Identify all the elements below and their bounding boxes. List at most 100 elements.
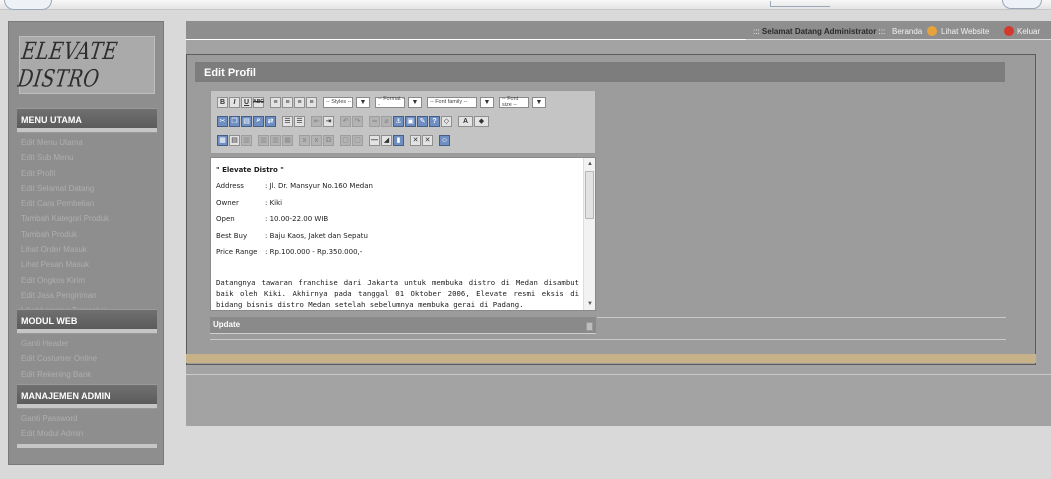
link-icon[interactable]: ∞: [369, 115, 380, 127]
sidebar-item-lihat-pesan-masuk[interactable]: Lihat Pesan Masuk: [17, 257, 157, 272]
unlink-icon[interactable]: ⌀: [381, 115, 392, 127]
profile-field-price-range: Price Range: Rp.100.000 - Rp.350.000,-: [216, 244, 579, 260]
superscript-icon[interactable]: x: [311, 134, 322, 146]
scroll-down-icon[interactable]: ▼: [584, 298, 595, 310]
cut-icon[interactable]: ✂: [217, 115, 228, 127]
modul-web-section: MODUL WEB Ganti Header Edit Costumer Onl…: [17, 309, 157, 388]
horizontal-rule-icon[interactable]: —: [369, 134, 380, 146]
strikethrough-button[interactable]: ABC: [253, 96, 264, 108]
page-title-bar: Edit Profil: [195, 62, 1005, 82]
text-color-icon[interactable]: A: [458, 115, 473, 127]
logout-icon[interactable]: [1004, 26, 1014, 36]
styles-select[interactable]: -- Styles --: [323, 96, 353, 108]
image-icon[interactable]: ▣: [405, 115, 416, 127]
unordered-list-icon[interactable]: ☰: [282, 115, 293, 127]
remove-format-icon[interactable]: ◢: [381, 134, 392, 146]
font-family-select[interactable]: -- Font family --: [427, 96, 477, 108]
special-char-icon[interactable]: Ω: [323, 134, 334, 146]
underline-button[interactable]: U: [241, 96, 252, 108]
undo-icon[interactable]: ↶: [340, 115, 351, 127]
scroll-up-icon[interactable]: ▲: [584, 158, 595, 170]
sidebar-item-edit-sub-menu[interactable]: Edit Sub Menu: [17, 150, 157, 165]
modul-web-header: MODUL WEB: [17, 309, 157, 329]
italic-button[interactable]: I: [229, 96, 240, 108]
background-color-icon[interactable]: ◆: [474, 115, 489, 127]
subscript-icon[interactable]: x: [299, 134, 310, 146]
globe-icon[interactable]: [927, 26, 937, 36]
chevron-down-icon[interactable]: ▼: [408, 96, 422, 108]
anchor-icon[interactable]: ⚓: [393, 115, 404, 127]
visual-aid-icon[interactable]: ▢: [340, 134, 351, 146]
view-website-link[interactable]: Lihat Website: [941, 27, 989, 36]
editor-scrollbar[interactable]: ▲ ▼: [583, 158, 595, 310]
outdent-icon[interactable]: ⇤: [311, 115, 322, 127]
font-size-select[interactable]: -- Font size --: [499, 96, 529, 108]
site-logo: ELEVATE DISTRO: [16, 36, 155, 94]
browser-chrome-strip: [0, 0, 1051, 10]
sidebar-item-ganti-header[interactable]: Ganti Header: [17, 336, 157, 351]
sidebar-item-edit-cara-pembelian[interactable]: Edit Cara Pembelian: [17, 196, 157, 211]
browser-window-button[interactable]: [1002, 0, 1042, 9]
sidebar-item-edit-menu-utama[interactable]: Edit Menu Utama: [17, 135, 157, 150]
cleanup-icon[interactable]: ✎: [417, 115, 428, 127]
chart-icon[interactable]: ▮: [393, 134, 404, 146]
align-justify-icon[interactable]: ≡: [306, 96, 317, 108]
align-left-icon[interactable]: ≡: [270, 96, 281, 108]
help-icon[interactable]: ?: [429, 115, 440, 127]
home-link[interactable]: Beranda: [892, 27, 922, 36]
format-select[interactable]: -- Format --: [375, 96, 405, 108]
copy-icon[interactable]: ❐: [229, 115, 240, 127]
indent-icon[interactable]: ⇥: [323, 115, 334, 127]
logout-link[interactable]: Keluar: [1017, 27, 1040, 36]
sidebar-item-edit-profil[interactable]: Edit Profil: [17, 166, 157, 181]
profile-field-best-buy: Best Buy: Baju Kaos, Jaket dan Sepatu: [216, 228, 579, 244]
align-right-icon[interactable]: ≡: [294, 96, 305, 108]
sidebar-item-edit-ongkos-kirim[interactable]: Edit Ongkos Kirim: [17, 273, 157, 288]
sidebar-item-edit-jasa-pengiriman[interactable]: Edit Jasa Pengiriman: [17, 288, 157, 303]
resize-handle-icon[interactable]: [586, 322, 593, 331]
superscript-x-icon[interactable]: ✕: [422, 134, 433, 146]
field-label: Open: [216, 215, 235, 224]
charmap-icon[interactable]: ▢: [352, 134, 363, 146]
merge-cells-icon[interactable]: ▦: [282, 134, 293, 146]
sidebar-item-edit-modul-admin[interactable]: Edit Modul Admin: [17, 426, 157, 441]
footer-bar: [186, 354, 1036, 363]
insert-column-icon[interactable]: ▥: [258, 134, 269, 146]
editor-content-area[interactable]: " Elevate Distro " Address: Jl. Dr. Mans…: [210, 157, 596, 311]
subscript-x-icon[interactable]: ✕: [410, 134, 421, 146]
menu-utama-header: MENU UTAMA: [17, 108, 157, 128]
bold-button[interactable]: B: [217, 96, 228, 108]
html-source-icon[interactable]: ◇: [441, 115, 452, 127]
editor-status-bar: Update: [210, 317, 596, 334]
replace-icon[interactable]: ⇄: [265, 115, 276, 127]
field-value: : Rp.100.000 - Rp.350.000,-: [265, 247, 363, 256]
sidebar-item-edit-rekening-bank[interactable]: Edit Rekening Bank: [17, 367, 157, 382]
sidebar-item-tambah-kategori-produk[interactable]: Tambah Kategori Produk: [17, 211, 157, 226]
redo-icon[interactable]: ↷: [352, 115, 363, 127]
profile-field-address: Address: Jl. Dr. Mansyur No.160 Medan: [216, 178, 579, 194]
update-button[interactable]: Update: [213, 320, 240, 329]
welcome-message: ::: Selamat Datang Administrator :::: [753, 27, 885, 36]
browser-back-button[interactable]: [4, 0, 52, 10]
chevron-down-icon[interactable]: ▼: [356, 96, 370, 108]
sidebar-item-tambah-produk[interactable]: Tambah Produk: [17, 227, 157, 242]
find-icon[interactable]: ⌕: [253, 115, 264, 127]
chevron-down-icon[interactable]: ▼: [480, 96, 494, 108]
welcome-text: Selamat Datang Administrator: [761, 27, 877, 36]
align-center-icon[interactable]: ≡: [282, 96, 293, 108]
scrollbar-thumb[interactable]: [585, 171, 594, 219]
sidebar-item-edit-selamat-datang[interactable]: Edit Selamat Datang: [17, 181, 157, 196]
emoticon-icon[interactable]: ☺: [439, 134, 450, 146]
edit-table-icon[interactable]: ▦: [217, 134, 228, 146]
sidebar-item-ganti-password[interactable]: Ganti Password: [17, 411, 157, 426]
delete-column-icon[interactable]: ▥: [270, 134, 281, 146]
chevron-down-icon[interactable]: ▼: [532, 96, 546, 108]
delete-row-icon[interactable]: ▥: [241, 134, 252, 146]
divider: [597, 317, 1006, 318]
ordered-list-icon[interactable]: ☰: [294, 115, 305, 127]
paste-icon[interactable]: ▤: [241, 115, 252, 127]
sidebar-item-lihat-order-masuk[interactable]: Lihat Order Masuk: [17, 242, 157, 257]
field-value: : Baju Kaos, Jaket dan Sepatu: [265, 231, 368, 240]
insert-row-icon[interactable]: ▤: [229, 134, 240, 146]
sidebar-item-edit-costumer-online[interactable]: Edit Costumer Online: [17, 351, 157, 366]
